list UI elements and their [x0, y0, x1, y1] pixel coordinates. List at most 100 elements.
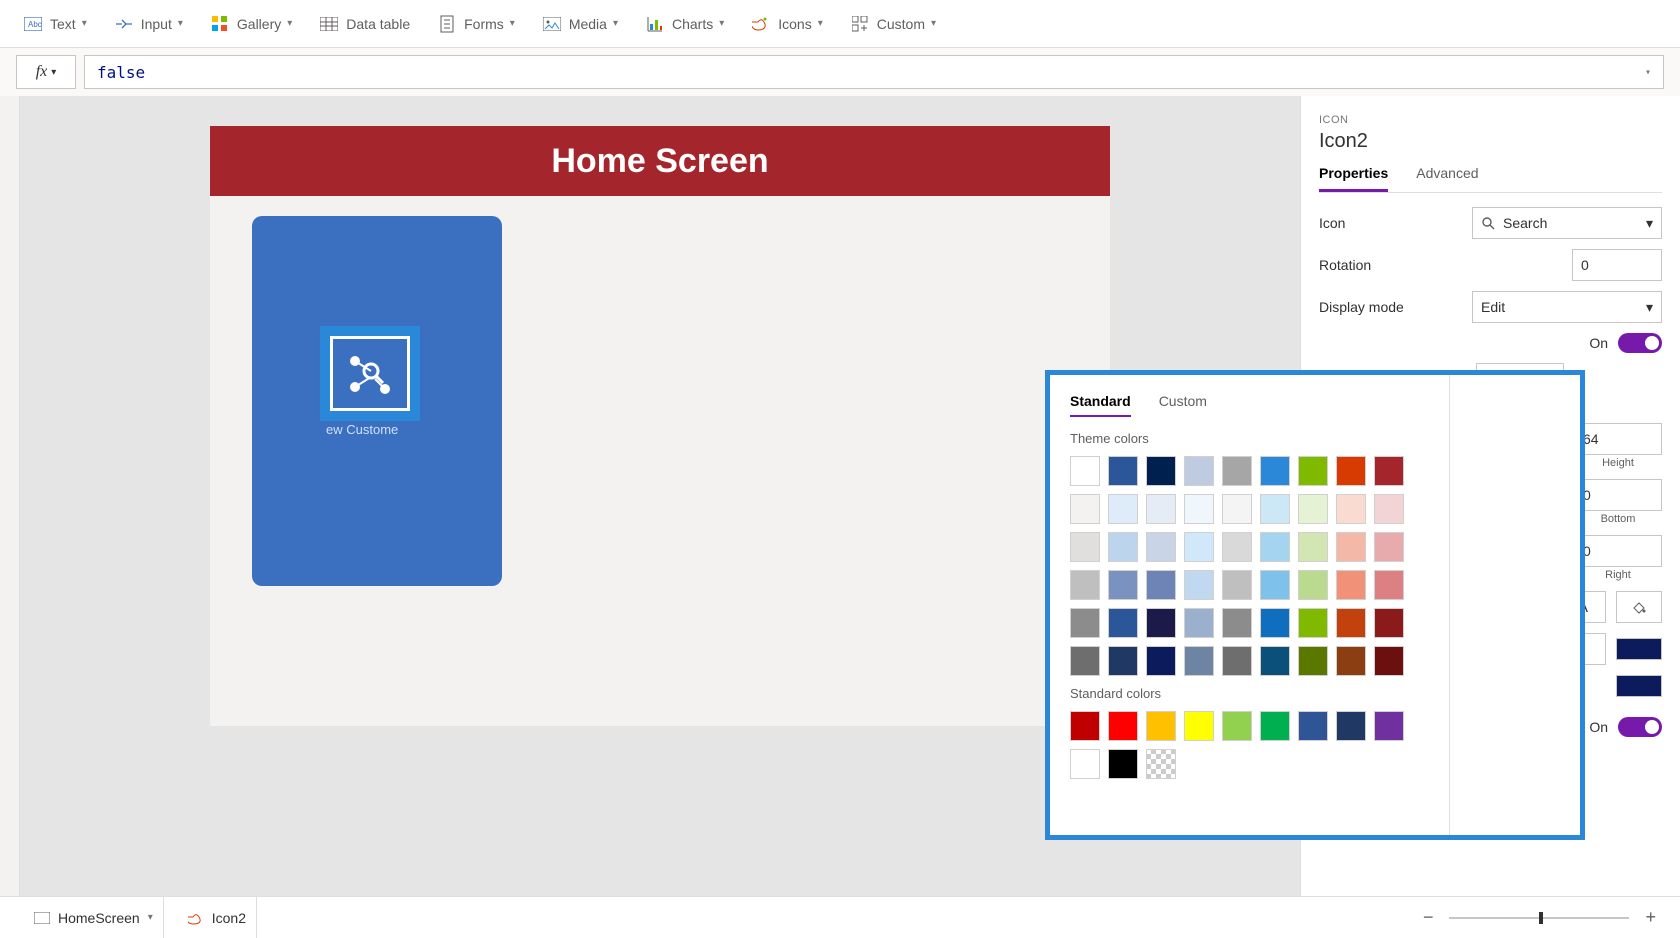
color-swatch[interactable] — [1184, 456, 1214, 486]
color-swatch[interactable] — [1374, 711, 1404, 741]
color-swatch[interactable] — [1222, 711, 1252, 741]
color-swatch[interactable] — [1070, 494, 1100, 524]
color-swatch[interactable] — [1336, 711, 1366, 741]
color-swatch[interactable] — [1260, 570, 1290, 600]
color-swatch[interactable] — [1146, 608, 1176, 638]
color-swatch[interactable] — [1184, 608, 1214, 638]
right-input[interactable]: 0 — [1574, 535, 1662, 567]
color-swatch[interactable] — [1184, 494, 1214, 524]
color-swatch[interactable] — [1146, 570, 1176, 600]
color-swatch[interactable] — [1374, 646, 1404, 676]
color-swatch[interactable] — [1374, 532, 1404, 562]
color-swatch[interactable] — [1298, 494, 1328, 524]
breadcrumb-screen[interactable]: HomeScreen ▾ — [24, 897, 164, 938]
zoom-out[interactable]: − — [1423, 907, 1434, 928]
ribbon-icons[interactable]: Icons▾ — [752, 15, 823, 33]
color-swatch[interactable] — [1146, 749, 1176, 779]
color-swatch[interactable] — [1374, 608, 1404, 638]
fx-dropdown[interactable]: fx▾ — [16, 55, 76, 89]
ribbon-text[interactable]: Abc Text▾ — [24, 15, 87, 33]
color-swatch[interactable] — [1260, 711, 1290, 741]
color-swatch[interactable] — [1260, 646, 1290, 676]
color-swatch[interactable] — [1222, 646, 1252, 676]
breadcrumb-control[interactable]: Icon2 — [178, 897, 257, 938]
color-swatch[interactable] — [1146, 711, 1176, 741]
ribbon-input[interactable]: Input▾ — [115, 15, 183, 33]
ribbon-forms[interactable]: Forms▾ — [438, 15, 515, 33]
color-swatch[interactable] — [1184, 711, 1214, 741]
color-swatch[interactable] — [1336, 494, 1366, 524]
color-swatch[interactable] — [1108, 711, 1138, 741]
color-swatch[interactable] — [1070, 646, 1100, 676]
color-swatch[interactable] — [1070, 711, 1100, 741]
ribbon-custom[interactable]: Custom▾ — [851, 15, 936, 33]
color-swatch[interactable] — [1298, 608, 1328, 638]
color-swatch[interactable] — [1260, 608, 1290, 638]
left-rail[interactable] — [0, 96, 20, 896]
color-swatch[interactable] — [1336, 570, 1366, 600]
ribbon-datatable[interactable]: Data table — [320, 15, 410, 33]
ribbon-media[interactable]: Media▾ — [543, 15, 618, 33]
color-swatch[interactable] — [1222, 570, 1252, 600]
color-swatch-1[interactable] — [1616, 638, 1662, 660]
color-swatch[interactable] — [1374, 494, 1404, 524]
color-swatch[interactable] — [1260, 494, 1290, 524]
selected-icon-bounds[interactable] — [320, 326, 420, 421]
fill-button[interactable] — [1616, 591, 1662, 623]
app-canvas[interactable]: Home Screen ew Custome — [210, 126, 1110, 726]
color-swatch[interactable] — [1336, 646, 1366, 676]
color-swatch[interactable] — [1070, 456, 1100, 486]
color-swatch[interactable] — [1108, 646, 1138, 676]
visible-toggle[interactable] — [1618, 333, 1662, 353]
icon-dropdown[interactable]: Search ▾ — [1472, 207, 1662, 239]
color-swatch[interactable] — [1260, 532, 1290, 562]
picker-tab-standard[interactable]: Standard — [1070, 393, 1131, 417]
tab-properties[interactable]: Properties — [1319, 165, 1388, 192]
color-swatch[interactable] — [1336, 532, 1366, 562]
rotation-input[interactable]: 0 — [1572, 249, 1662, 281]
color-swatch[interactable] — [1070, 749, 1100, 779]
bottom-input[interactable]: 0 — [1574, 479, 1662, 511]
color-swatch[interactable] — [1108, 494, 1138, 524]
color-swatch[interactable] — [1260, 456, 1290, 486]
color-swatch[interactable] — [1298, 570, 1328, 600]
zoom-slider[interactable] — [1449, 917, 1629, 919]
color-swatch[interactable] — [1108, 608, 1138, 638]
color-swatch[interactable] — [1222, 494, 1252, 524]
color-swatch[interactable] — [1298, 456, 1328, 486]
zoom-in[interactable]: + — [1645, 907, 1656, 928]
color-swatch-2[interactable] — [1616, 675, 1662, 697]
color-swatch[interactable] — [1070, 570, 1100, 600]
color-swatch[interactable] — [1108, 749, 1138, 779]
color-swatch[interactable] — [1108, 456, 1138, 486]
tab-advanced[interactable]: Advanced — [1416, 165, 1478, 192]
picker-tab-custom[interactable]: Custom — [1159, 393, 1207, 417]
toggle-2[interactable] — [1618, 717, 1662, 737]
selected-icon[interactable] — [330, 336, 410, 411]
color-swatch[interactable] — [1070, 532, 1100, 562]
color-swatch[interactable] — [1298, 711, 1328, 741]
color-swatch[interactable] — [1374, 456, 1404, 486]
color-swatch[interactable] — [1298, 646, 1328, 676]
color-swatch[interactable] — [1222, 456, 1252, 486]
color-swatch[interactable] — [1184, 532, 1214, 562]
color-swatch[interactable] — [1222, 608, 1252, 638]
color-swatch[interactable] — [1146, 494, 1176, 524]
formula-input[interactable]: false ▾ — [84, 55, 1664, 89]
displaymode-dropdown[interactable]: Edit ▾ — [1472, 291, 1662, 323]
color-swatch[interactable] — [1298, 532, 1328, 562]
color-swatch[interactable] — [1108, 570, 1138, 600]
color-swatch[interactable] — [1146, 456, 1176, 486]
ribbon-gallery[interactable]: Gallery▾ — [211, 15, 292, 33]
color-swatch[interactable] — [1336, 608, 1366, 638]
color-swatch[interactable] — [1070, 608, 1100, 638]
color-swatch[interactable] — [1184, 646, 1214, 676]
color-swatch[interactable] — [1146, 532, 1176, 562]
color-swatch[interactable] — [1336, 456, 1366, 486]
color-swatch[interactable] — [1374, 570, 1404, 600]
color-swatch[interactable] — [1222, 532, 1252, 562]
height-input[interactable]: 64 — [1574, 423, 1662, 455]
color-swatch[interactable] — [1184, 570, 1214, 600]
ribbon-charts[interactable]: Charts▾ — [646, 15, 724, 33]
color-swatch[interactable] — [1146, 646, 1176, 676]
